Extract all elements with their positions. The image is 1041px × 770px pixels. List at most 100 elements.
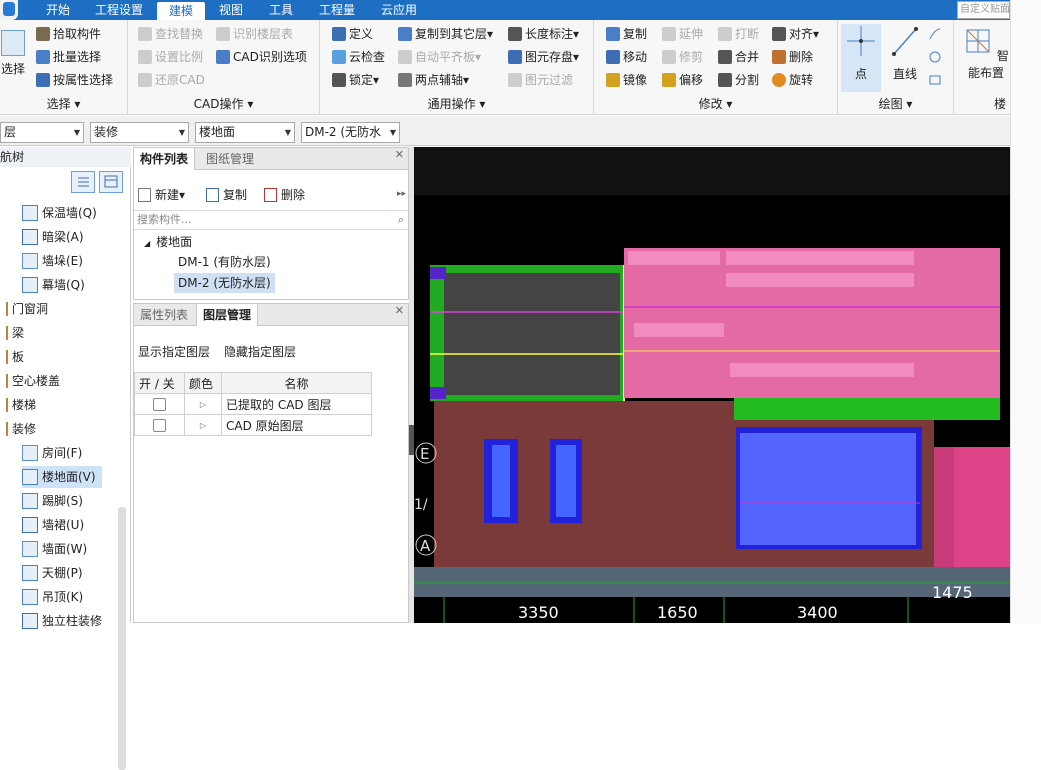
rotate-button[interactable]: 旋转: [772, 70, 813, 90]
tab-component-list[interactable]: 构件列表: [134, 148, 196, 170]
drawing-canvas[interactable]: E 1/ A 3350 1650 3400 1475: [414, 147, 1010, 623]
nav-item[interactable]: 吊顶(K): [22, 586, 83, 608]
copy-button[interactable]: 复制: [606, 24, 647, 44]
tree-root-floor-surface[interactable]: ◢ 楼地面: [144, 232, 192, 252]
offset-button[interactable]: 偏移: [662, 70, 703, 90]
tab-modeling[interactable]: 建模: [157, 2, 205, 20]
table-row[interactable]: ▷ 已提取的 CAD 图层: [134, 393, 372, 415]
select-big-button[interactable]: 选择: [0, 30, 26, 77]
category-dropdown[interactable]: 装修 ▼: [90, 122, 189, 143]
nav-item[interactable]: 踢脚(S): [22, 490, 83, 512]
merge-button[interactable]: 合并: [718, 47, 759, 67]
line-draw-button[interactable]: 直线: [888, 24, 922, 82]
define-button[interactable]: 定义: [332, 24, 373, 44]
nav-item[interactable]: 楼梯: [6, 394, 36, 416]
align-button[interactable]: 对齐 ▾: [772, 24, 819, 44]
nav-item[interactable]: 板: [6, 346, 24, 368]
tree-item-dm2[interactable]: DM-2 (无防水层): [174, 273, 275, 293]
app-logo-icon[interactable]: [0, 0, 18, 20]
nav-item[interactable]: 楼地面(V): [22, 466, 102, 488]
nav-item[interactable]: 空心楼盖: [6, 370, 60, 392]
tab-cloud[interactable]: 云应用: [376, 0, 422, 20]
smart-layout-button[interactable]: 智能布置: [958, 26, 1014, 81]
tab-project-settings[interactable]: 工程设置: [90, 0, 148, 20]
nav-item[interactable]: 门窗洞: [6, 298, 48, 320]
wall-block-brown[interactable]: [434, 401, 734, 569]
hide-layer-button[interactable]: 隐藏指定图层: [224, 342, 296, 362]
point-draw-button[interactable]: 点: [841, 24, 881, 92]
close-icon[interactable]: ✕: [395, 148, 404, 161]
tab-tools[interactable]: 工具: [263, 0, 299, 20]
move-button[interactable]: 移动: [606, 47, 647, 67]
rect-draw-button[interactable]: [928, 70, 942, 90]
component-search-input[interactable]: 搜索构件... ⌕: [134, 210, 408, 230]
two-point-aux-axis-button[interactable]: 两点辅轴 ▾: [398, 70, 469, 90]
expand-arrow-icon[interactable]: ▷: [184, 414, 222, 436]
batch-select-button[interactable]: 批量选择: [36, 47, 101, 67]
nav-item[interactable]: 房间(F): [22, 442, 82, 464]
circle-draw-button[interactable]: [928, 47, 942, 67]
new-component-button[interactable]: 新建 ▾: [138, 185, 185, 205]
copy-to-other-floor-button[interactable]: 复制到其它层 ▾: [398, 24, 493, 44]
break-button[interactable]: 打断: [718, 24, 759, 44]
auto-flush-slab-button[interactable]: 自动平齐板 ▾: [398, 47, 481, 67]
nav-item[interactable]: 幕墙(Q): [22, 274, 85, 296]
nav-item[interactable]: 独立柱装修: [22, 610, 102, 632]
table-row[interactable]: ▷ CAD 原始图层: [134, 414, 372, 436]
cad-recognition-options-button[interactable]: CAD识别选项: [216, 47, 307, 67]
floor-dropdown[interactable]: 层 ▼: [0, 122, 84, 143]
layer-visibility-checkbox[interactable]: [153, 419, 166, 432]
tab-property-list[interactable]: 属性列表: [134, 304, 194, 326]
layer-visibility-checkbox[interactable]: [153, 398, 166, 411]
split-button[interactable]: 分割: [718, 70, 759, 90]
nav-item[interactable]: 保温墙(Q): [22, 202, 97, 224]
save-elements-button[interactable]: 图元存盘 ▾: [508, 47, 579, 67]
tab-view[interactable]: 视图: [214, 0, 248, 20]
trim-button[interactable]: 修剪: [662, 47, 703, 67]
set-scale-button[interactable]: 设置比例: [138, 47, 203, 67]
lock-button[interactable]: 锁定 ▾: [332, 70, 379, 90]
arc-draw-button[interactable]: [928, 24, 942, 44]
copy-component-button[interactable]: 复制: [206, 185, 247, 205]
close-icon[interactable]: ✕: [395, 304, 404, 317]
nav-item[interactable]: 装修: [6, 418, 36, 440]
mirror-button[interactable]: 镜像: [606, 70, 647, 90]
extend-button[interactable]: 延伸: [662, 24, 703, 44]
tab-drawing-management[interactable]: 图纸管理: [200, 148, 260, 170]
select-group-label[interactable]: 选择 ▾: [0, 95, 127, 112]
custom-search-input[interactable]: 自定义贴面: [957, 1, 1010, 19]
nav-item[interactable]: 墙面(W): [22, 538, 87, 560]
common-group-label[interactable]: 通用操作 ▾: [320, 95, 593, 112]
show-layer-button[interactable]: 显示指定图层: [138, 342, 210, 362]
restore-cad-button[interactable]: 还原CAD: [138, 70, 205, 90]
delete-button[interactable]: 删除: [772, 47, 813, 67]
nav-scrollbar[interactable]: [118, 507, 126, 770]
component-dropdown[interactable]: DM-2 (无防水 ▼: [301, 122, 400, 143]
tab-layer-management[interactable]: 图层管理: [196, 304, 259, 326]
tab-start[interactable]: 开始: [40, 0, 76, 20]
expand-arrow-icon[interactable]: ▷: [184, 393, 222, 415]
more-icon[interactable]: ▸▸: [397, 189, 406, 199]
cad-drawing[interactable]: [414, 147, 1010, 623]
tab-quantity[interactable]: 工程量: [314, 0, 360, 20]
tree-view-toggle[interactable]: [99, 171, 123, 193]
cloud-check-button[interactable]: 云检查: [332, 47, 385, 67]
recognize-floor-table-button[interactable]: 识别楼层表: [216, 24, 293, 44]
find-replace-button[interactable]: 查找替换: [138, 24, 203, 44]
length-dimension-button[interactable]: 长度标注 ▾: [508, 24, 579, 44]
modify-group-label[interactable]: 修改 ▾: [594, 95, 837, 112]
delete-component-button[interactable]: 删除: [264, 185, 305, 205]
nav-item[interactable]: 墙垛(E): [22, 250, 83, 272]
nav-item[interactable]: 天棚(P): [22, 562, 83, 584]
pick-component-button[interactable]: 拾取构件: [36, 24, 101, 44]
nav-item[interactable]: 暗梁(A): [22, 226, 84, 248]
type-dropdown[interactable]: 楼地面 ▼: [195, 122, 295, 143]
nav-item[interactable]: 梁: [6, 322, 24, 344]
list-view-toggle[interactable]: [71, 171, 95, 193]
cad-group-label[interactable]: CAD操作 ▾: [128, 95, 319, 112]
select-by-property-button[interactable]: 按属性选择: [36, 70, 113, 90]
element-filter-button[interactable]: 图元过滤: [508, 70, 573, 90]
tree-item-dm1[interactable]: DM-1 (有防水层): [178, 252, 271, 272]
draw-group-label[interactable]: 绘图 ▾: [838, 95, 953, 112]
nav-item[interactable]: 墙裙(U): [22, 514, 84, 536]
